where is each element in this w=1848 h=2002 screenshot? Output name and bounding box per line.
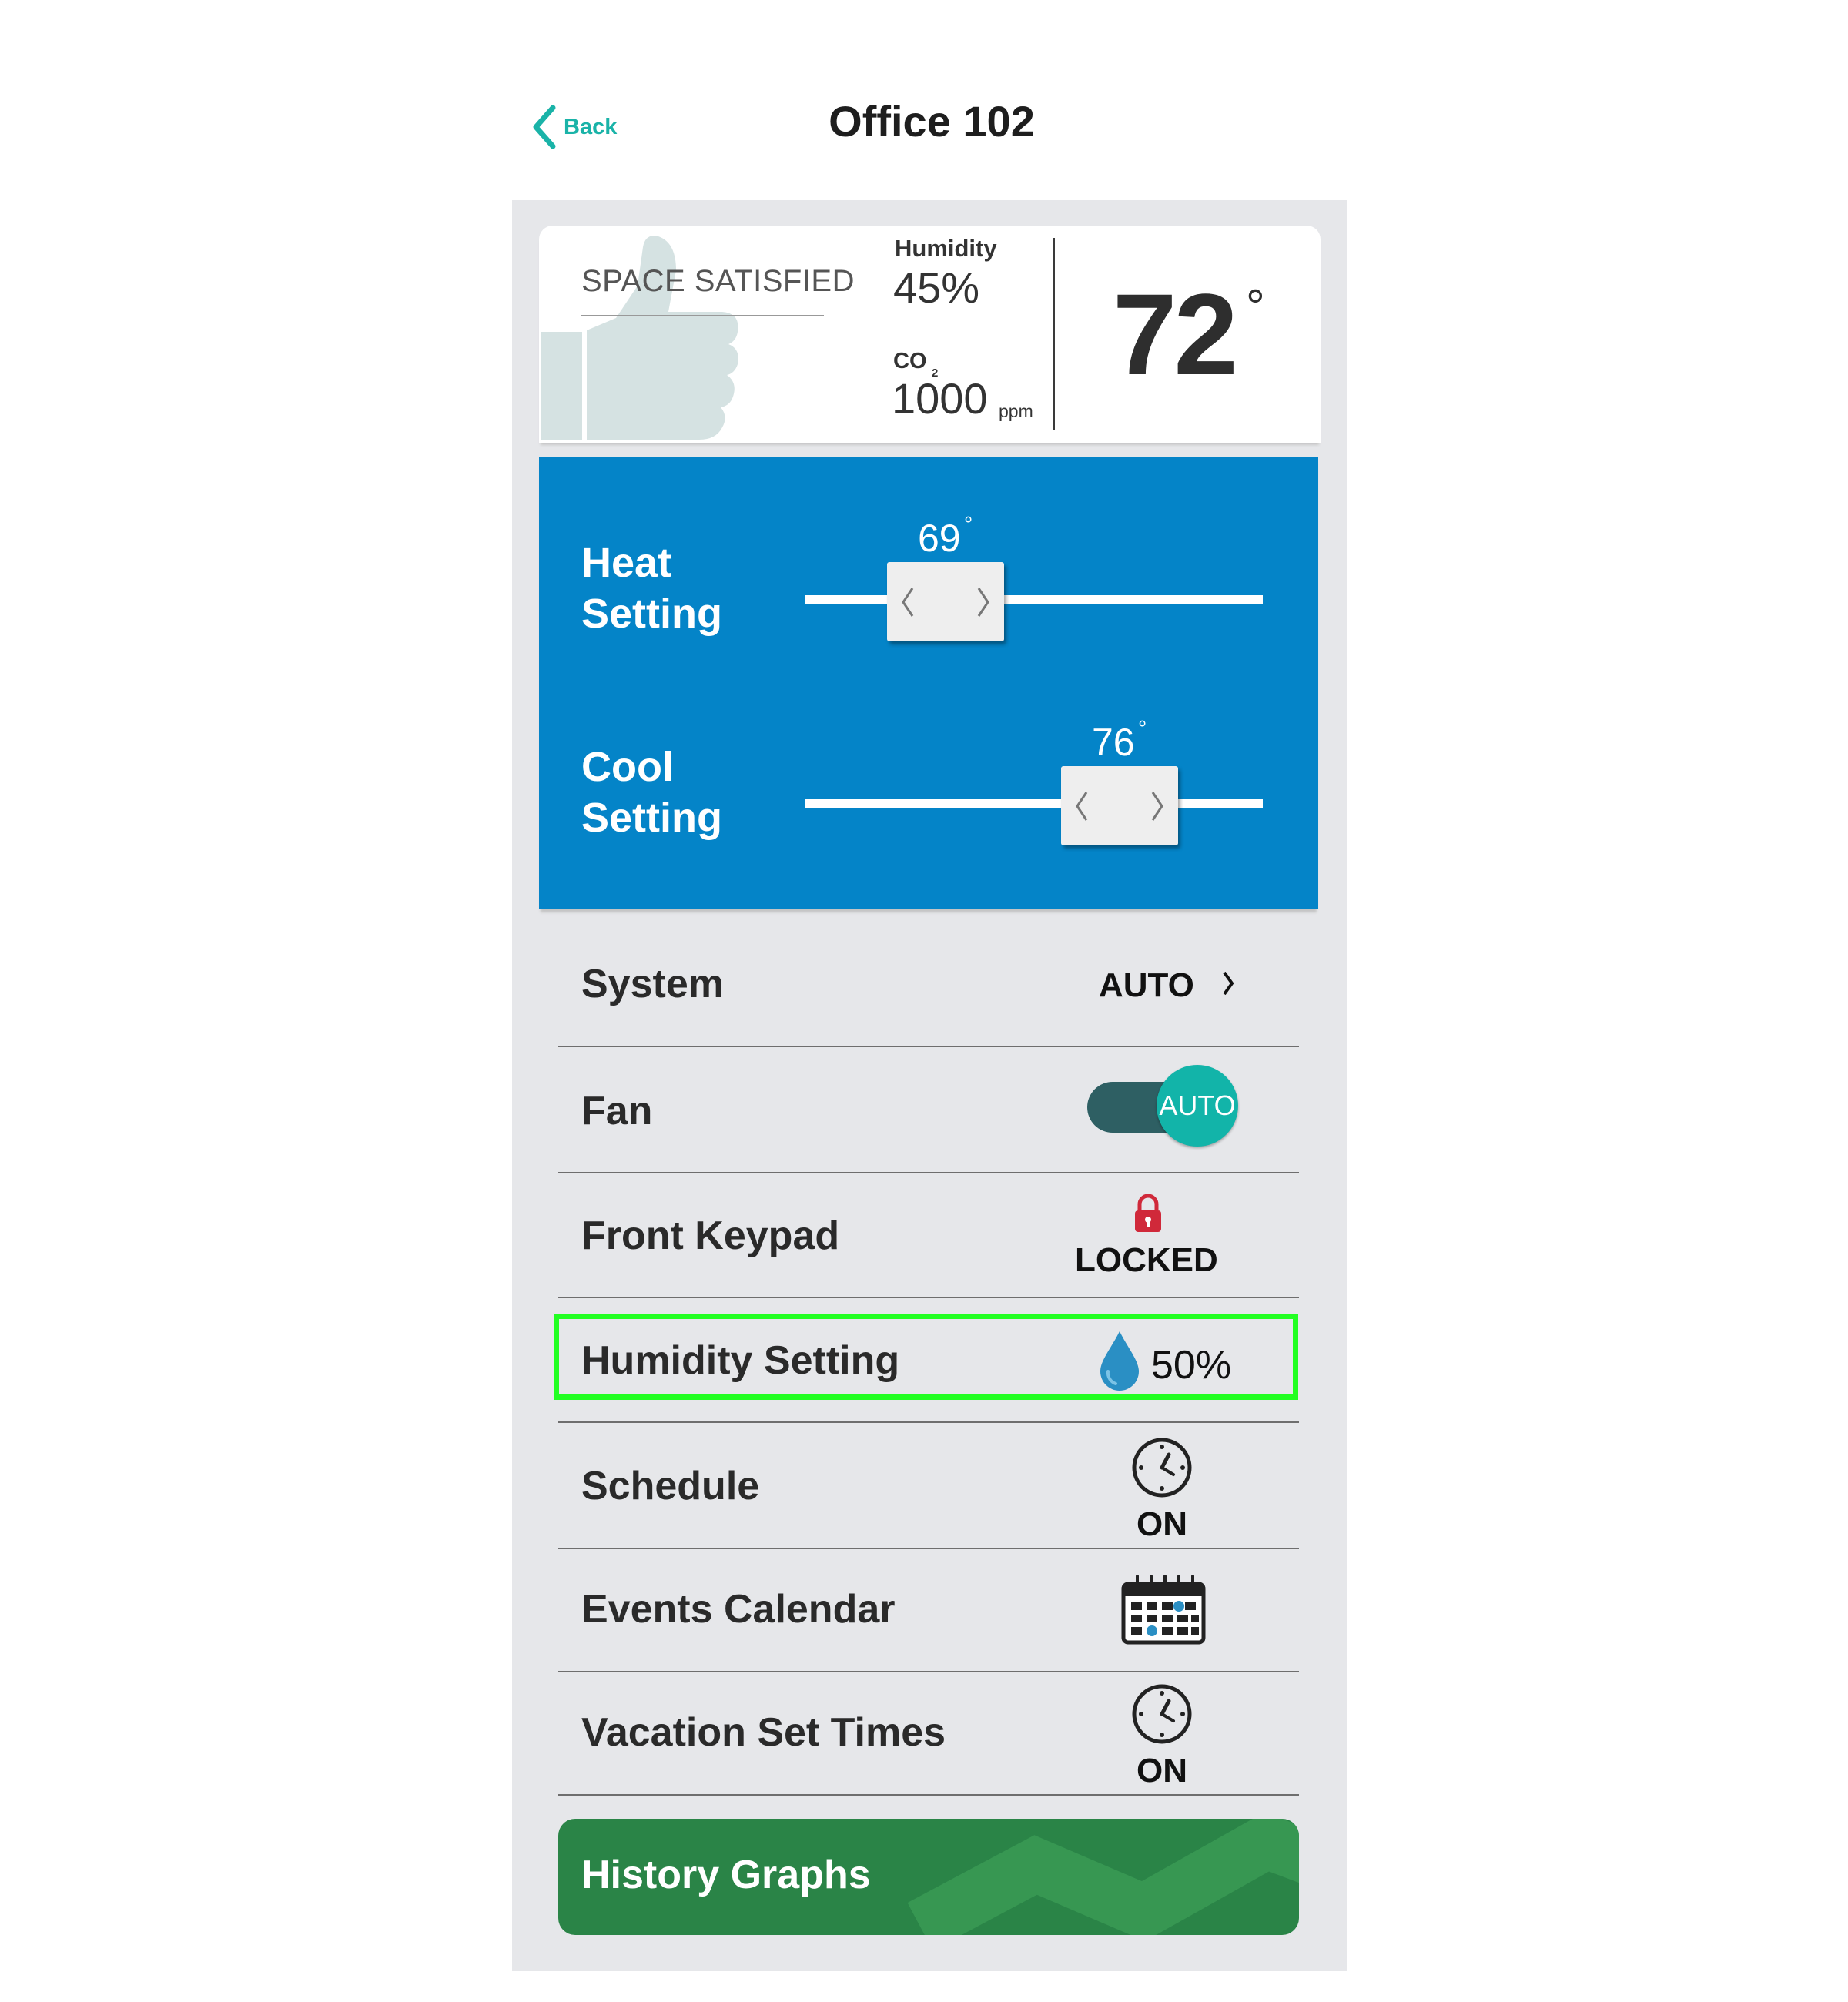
row-divider: [558, 1794, 1299, 1796]
chevron-right-icon[interactable]: [1149, 789, 1166, 823]
space-status: SPACE SATISFIED: [581, 264, 855, 298]
back-button[interactable]: Back: [531, 104, 617, 150]
vacation-label: Vacation Set Times: [581, 1710, 946, 1755]
current-temperature: 72: [1113, 270, 1238, 399]
chevron-right-icon[interactable]: [1220, 969, 1236, 998]
status-card: SPACE SATISFIED Humidity 45% CO 2 1000 p…: [539, 226, 1321, 443]
heat-setpoint-value: 69: [918, 517, 961, 560]
chevron-left-icon[interactable]: [899, 585, 916, 619]
lock-icon: [1135, 1194, 1161, 1232]
back-label: Back: [564, 114, 618, 139]
fan-toggle-knob[interactable]: AUTO: [1157, 1065, 1238, 1147]
vacation-value: ON: [1137, 1752, 1187, 1789]
fan-label: Fan: [581, 1089, 653, 1133]
cool-setpoint-degree: °: [1138, 716, 1147, 740]
humidity-label: Humidity: [895, 235, 997, 262]
cool-setpoint-value: 76: [1092, 721, 1135, 764]
row-divider: [558, 1046, 1299, 1047]
card-divider: [1053, 238, 1055, 430]
selection-highlight: [554, 1314, 1298, 1400]
history-graphs-label: History Graphs: [581, 1853, 871, 1897]
temperature-degree: °: [1246, 280, 1265, 333]
cool-slider-track[interactable]: [805, 799, 1263, 808]
chevron-left-icon: [533, 105, 556, 149]
cool-slider-handle[interactable]: [1061, 766, 1178, 845]
page-title: Office 102: [829, 97, 1035, 146]
clock-icon: [1132, 1438, 1192, 1498]
heat-slider-handle[interactable]: [887, 562, 1004, 641]
humidity-value: 45%: [893, 263, 980, 312]
row-divider: [558, 1297, 1299, 1298]
cool-setting-label: Cool Setting: [581, 744, 722, 841]
chevron-right-icon[interactable]: [975, 585, 992, 619]
co2-unit: ppm: [999, 401, 1033, 421]
events-calendar-label: Events Calendar: [581, 1587, 896, 1632]
history-graphs-button[interactable]: History Graphs: [558, 1819, 1299, 1935]
heat-setpoint-degree: °: [964, 512, 973, 536]
co2-value: 1000: [892, 374, 988, 423]
setpoint-panel: Heat Setting 69 ° Cool Setting 76 °: [539, 457, 1318, 909]
calendar-icon: [1121, 1575, 1206, 1645]
heat-slider-track[interactable]: [805, 595, 1263, 604]
heat-setting-label: Heat Setting: [581, 540, 722, 637]
fan-toggle[interactable]: AUTO: [1087, 1065, 1240, 1148]
chevron-left-icon[interactable]: [1073, 789, 1090, 823]
system-label: System: [581, 962, 724, 1006]
schedule-value: ON: [1137, 1505, 1187, 1543]
clock-icon: [1132, 1684, 1192, 1744]
front-keypad-label: Front Keypad: [581, 1214, 840, 1258]
co2-label: CO: [893, 349, 927, 373]
system-value[interactable]: AUTO: [1099, 966, 1194, 1005]
schedule-label: Schedule: [581, 1464, 760, 1508]
front-keypad-value: LOCKED: [1075, 1241, 1218, 1279]
space-status-underline: [581, 315, 824, 316]
